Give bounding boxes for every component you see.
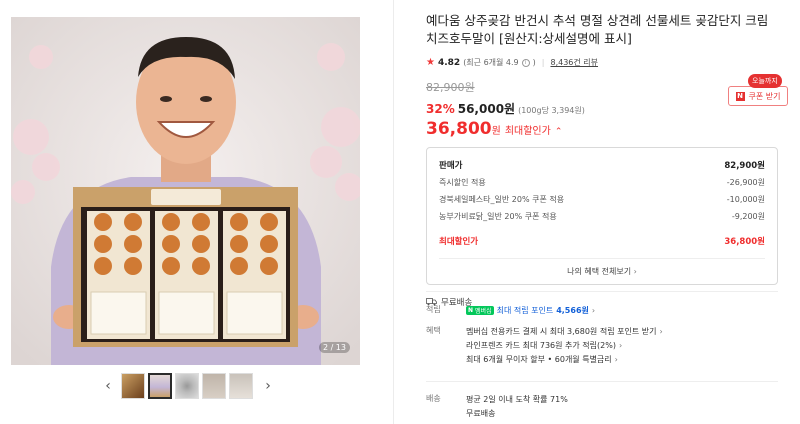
- today-only-badge: 오늘까지: [748, 74, 782, 88]
- chevron-up-icon: ⌃: [554, 127, 563, 137]
- max-discount-label: 최대할인가: [504, 126, 551, 137]
- delivery-label: 배송: [426, 394, 441, 403]
- product-title: 예다움 상주곶감 반건시 추석 명절 상견례 선물세트 곶감단지 크림치즈호두말…: [426, 13, 769, 46]
- thumbnail-4[interactable]: [202, 373, 226, 399]
- points-amount: 4,566원: [556, 305, 589, 315]
- breakdown-head-label: 판매가: [439, 161, 463, 171]
- thumbnail-2[interactable]: [148, 373, 172, 399]
- coupon-label: 쿠폰 받기: [748, 91, 781, 101]
- delivery-body: 평균 2일 이내 도착 확률 71% 무료배송: [466, 392, 568, 420]
- breakdown-row-label: 경북세일페스타_일반 20% 쿠폰 적용: [439, 195, 565, 204]
- breakdown-row: 즉시할인 적용 -26,900원: [439, 174, 765, 191]
- star-icon: ★: [426, 57, 435, 68]
- unit-price: (100g당 3,394원): [518, 106, 585, 115]
- product-details: 예다움 상주곶감 반건시 추석 명절 상견례 선물세트 곶감단지 크림치즈호두말…: [426, 12, 778, 308]
- breakdown-row-label: 농부가비료닭_일반 20% 쿠폰 적용: [439, 212, 557, 221]
- benefit-text: 라인프렌즈 카드 최대 736원 추가 적립(2%): [466, 340, 616, 350]
- naver-membership-badge: N 멤버십: [466, 305, 494, 315]
- delivery-line: 평균 2일 이내 도착 확률 71%: [466, 392, 568, 406]
- breakdown-row-value: -26,900원: [726, 178, 765, 187]
- breakdown-total: 최대할인가 36,800원: [439, 232, 765, 250]
- benefits-label: 혜택: [426, 326, 441, 335]
- coupon-button[interactable]: N 쿠폰 받기: [728, 86, 788, 106]
- thumbnail-strip: ‹ ›: [100, 372, 276, 400]
- thumbnail-1[interactable]: [121, 373, 145, 399]
- all-benefits-label: 나의 혜택 전체보기: [567, 267, 632, 276]
- divider: [426, 291, 778, 292]
- max-discount-row[interactable]: 36,800 원 최대할인가 ⌃: [426, 119, 778, 139]
- original-price: 82,900원: [426, 81, 475, 94]
- points-text: 최대 적립 포인트: [496, 305, 554, 315]
- breakdown-head: 판매가 82,900원: [439, 156, 765, 174]
- benefits-body: 멤버십 전용카드 결제 시 최대 3,680원 적립 포인트 받기 › 라인프렌…: [466, 324, 663, 366]
- naver-n-icon: N: [468, 306, 474, 314]
- thumbnail-3[interactable]: [175, 373, 199, 399]
- thumbnail-5[interactable]: [229, 373, 253, 399]
- chevron-right-icon: ›: [618, 340, 623, 350]
- breakdown-row: 농부가비료닭_일반 20% 쿠폰 적용 -9,200원: [439, 208, 765, 225]
- chevron-right-icon: ›: [659, 326, 663, 336]
- benefit-line[interactable]: 라인프렌즈 카드 최대 736원 추가 적립(2%) ›: [466, 338, 663, 352]
- separator: |: [541, 58, 545, 67]
- benefit-line[interactable]: 최대 6개월 무이자 할부 • 60개월 특별금리 ›: [466, 352, 663, 366]
- points-body: N 멤버십 최대 적립 포인트 4,566원 ›: [466, 303, 595, 317]
- coupon-area: 오늘까지 N 쿠폰 받기: [728, 74, 788, 106]
- breakdown-head-value: 82,900원: [724, 161, 765, 171]
- membership-badge-label: 멤버십: [475, 307, 492, 315]
- breakdown-row-value: -9,200원: [731, 212, 765, 221]
- rating-score: 4.82: [437, 57, 461, 68]
- max-price-unit: 원: [491, 126, 501, 137]
- rating-detail: (최근 6개월 4.9: [463, 58, 519, 67]
- points-line[interactable]: N 멤버십 최대 적립 포인트 4,566원 ›: [466, 303, 595, 317]
- price-breakdown: 판매가 82,900원 즉시할인 적용 -26,900원 경북세일페스타_일반 …: [426, 147, 778, 285]
- points-label: 적립: [426, 305, 441, 314]
- breakdown-row: 경북세일페스타_일반 20% 쿠폰 적용 -10,000원: [439, 191, 765, 208]
- product-photo: [11, 17, 360, 365]
- info-icon[interactable]: i: [521, 58, 530, 67]
- sale-price-row: 32% 56,000원 (100g당 3,394원): [426, 100, 778, 117]
- breakdown-total-label: 최대할인가: [439, 237, 479, 247]
- breakdown-total-value: 36,800원: [724, 237, 765, 247]
- chevron-right-icon: ›: [591, 305, 596, 315]
- discount-rate: 32%: [426, 102, 455, 116]
- review-link[interactable]: 8,436건 리뷰: [550, 57, 598, 68]
- breakdown-row-value: -10,000원: [726, 195, 765, 204]
- chevron-right-icon: ›: [631, 267, 637, 276]
- all-benefits-link[interactable]: 나의 혜택 전체보기 ›: [439, 258, 765, 284]
- rating-detail-end: ): [532, 58, 536, 67]
- image-counter: 2 / 13: [318, 342, 350, 353]
- delivery-line: 무료배송: [466, 406, 568, 420]
- max-discount-price: 36,800: [426, 119, 492, 139]
- benefit-line[interactable]: 멤버십 전용카드 결제 시 최대 3,680원 적립 포인트 받기 ›: [466, 324, 663, 338]
- delivery-probability: 평균 2일 이내 도착 확률 71%: [466, 394, 568, 404]
- naver-n-icon: N: [735, 91, 745, 101]
- delivery-free: 무료배송: [466, 408, 496, 418]
- divider: [426, 381, 778, 382]
- chevron-right-icon[interactable]: ›: [260, 372, 276, 400]
- chevron-right-icon: ›: [614, 354, 618, 364]
- rating-row: ★ 4.82 (최근 6개월 4.9 i ) | 8,436건 리뷰: [426, 57, 778, 68]
- product-main-image[interactable]: 2 / 13: [11, 17, 360, 365]
- benefit-text: 최대 6개월 무이자 할부 • 60개월 특별금리: [466, 354, 612, 364]
- chevron-left-icon[interactable]: ‹: [100, 372, 116, 400]
- breakdown-row-label: 즉시할인 적용: [439, 178, 486, 187]
- divider: [393, 0, 394, 424]
- sale-price: 56,000원: [457, 102, 516, 116]
- benefit-text: 멤버십 전용카드 결제 시 최대 3,680원 적립 포인트 받기: [466, 326, 657, 336]
